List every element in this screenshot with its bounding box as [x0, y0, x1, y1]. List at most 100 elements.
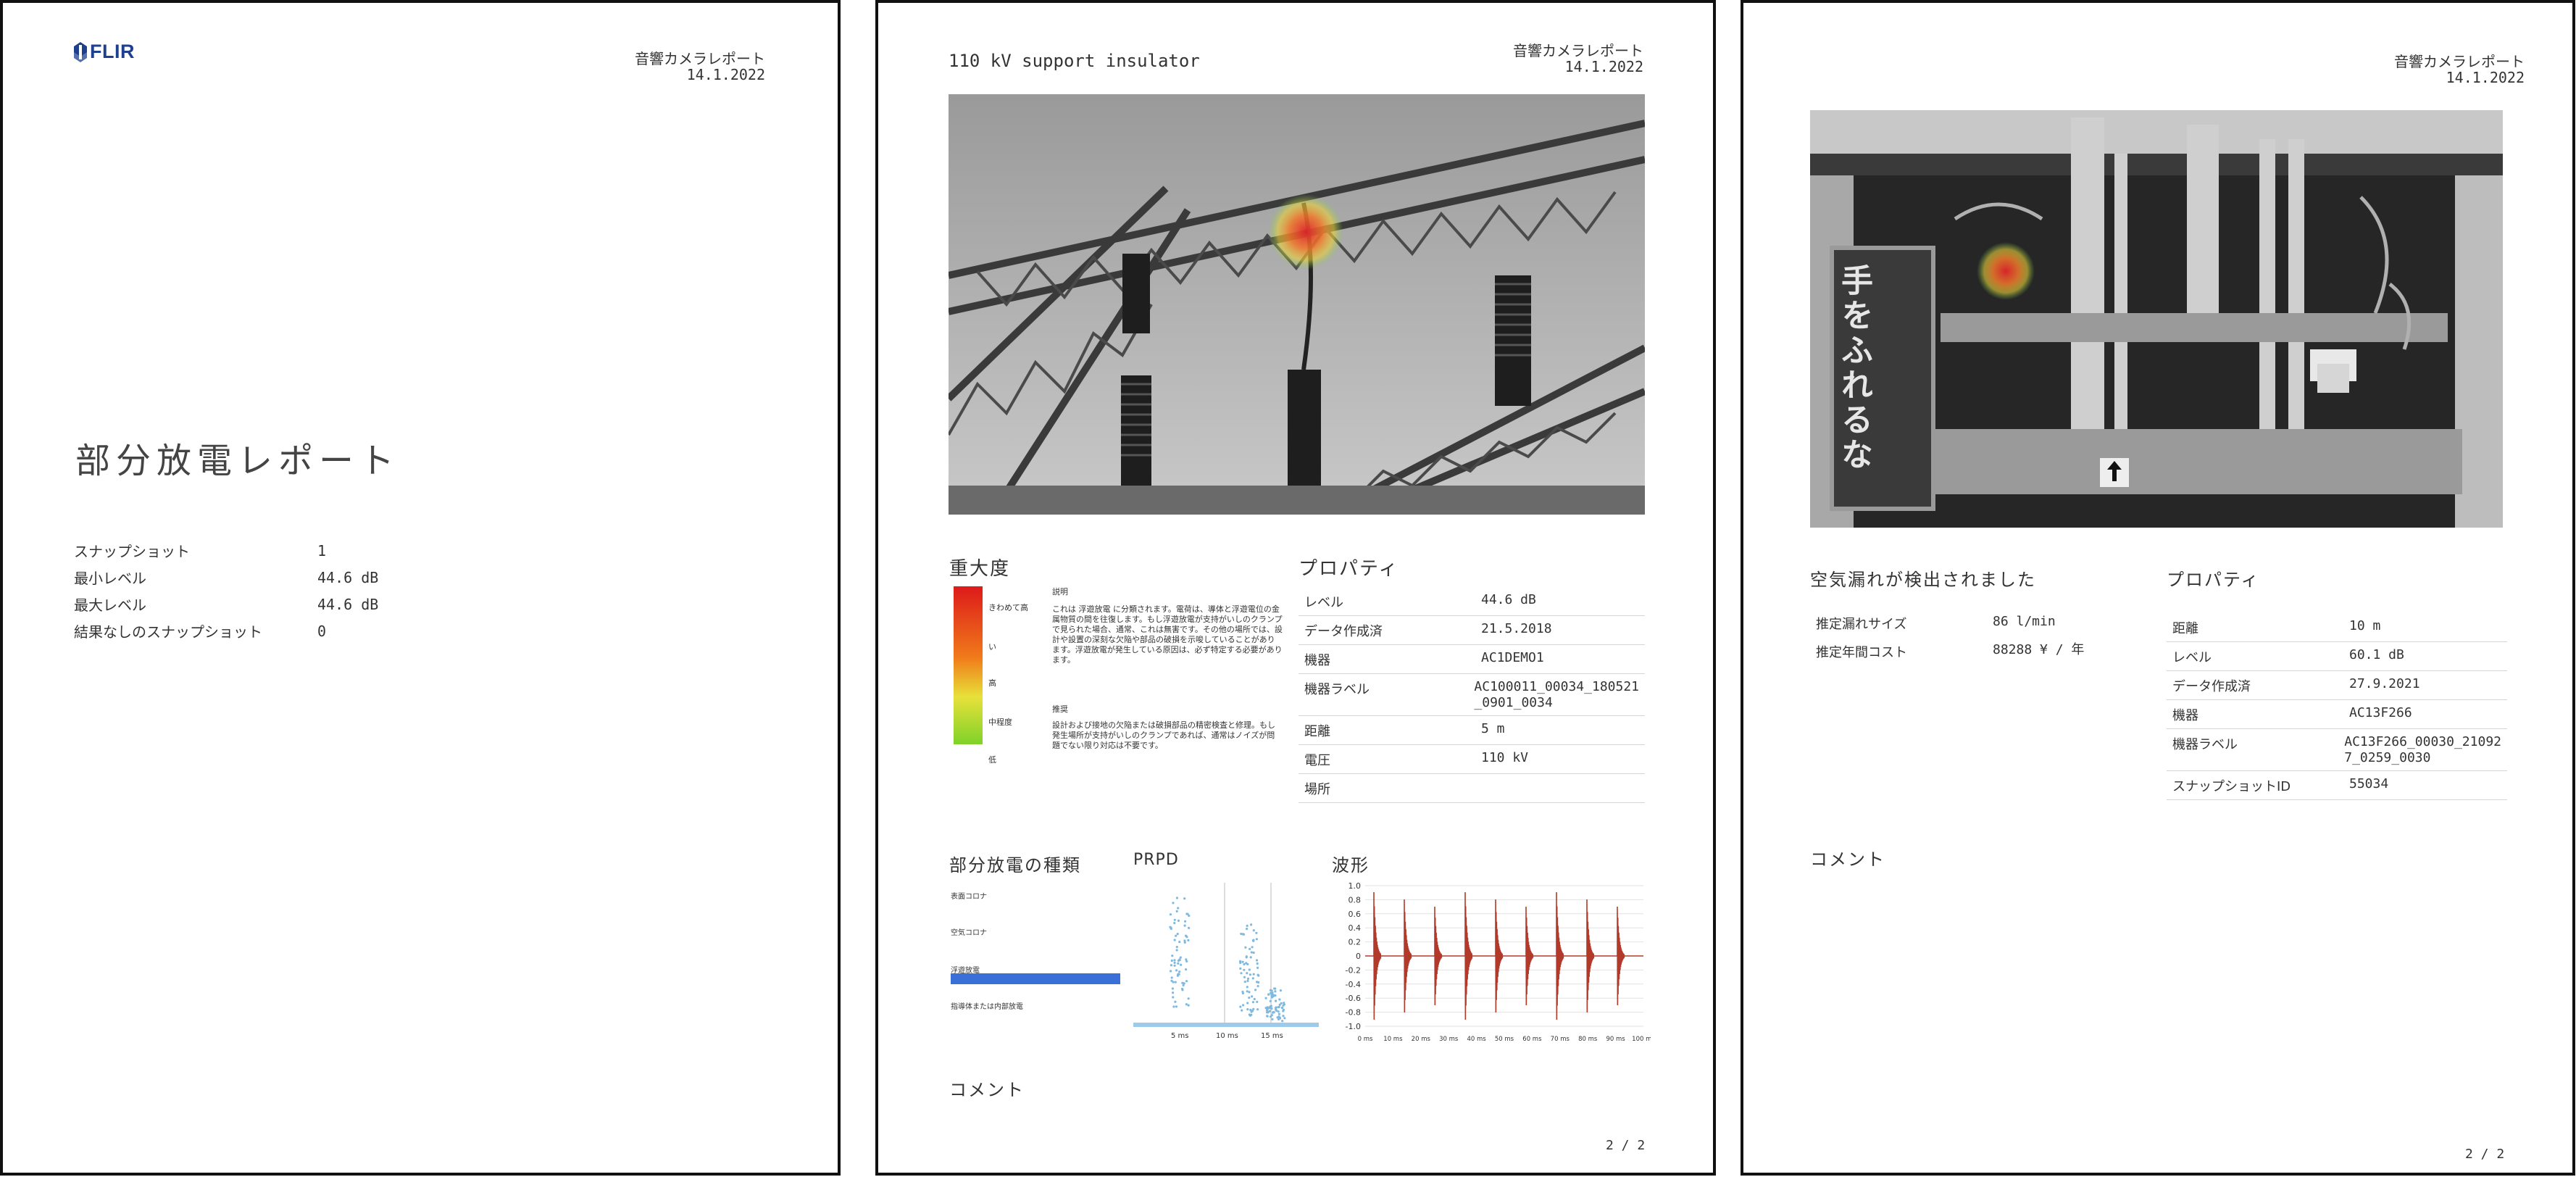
prpd-point: [1250, 923, 1253, 926]
prpd-point: [1175, 949, 1178, 952]
prpd-point: [1169, 926, 1172, 928]
property-label: 電圧: [1304, 753, 1330, 768]
prpd-point: [1277, 1015, 1280, 1018]
prpd-point: [1175, 934, 1177, 937]
prpd-point: [1248, 997, 1251, 999]
prpd-point: [1283, 1002, 1285, 1005]
prpd-point: [1275, 1006, 1277, 1009]
prpd-point: [1249, 956, 1252, 959]
prpd-point: [1239, 961, 1242, 965]
property-label: 機器: [1304, 653, 1330, 668]
machinery-photo: [1810, 110, 2503, 528]
pd-type-label: 空気コロナ: [951, 929, 987, 937]
prpd-point: [1187, 997, 1190, 1000]
snapshot-page-insulator: 110 kV support insulator 音響カメラレポート 14.1.…: [875, 0, 1716, 1176]
prpd-point: [1256, 1000, 1259, 1003]
flir-logo: FLIR: [72, 41, 135, 63]
prpd-point: [1177, 973, 1180, 976]
prpd-point: [1283, 1017, 1286, 1020]
prpd-point: [1251, 1001, 1254, 1004]
prpd-point: [1243, 981, 1246, 983]
waveform-x-tick: 90 ms: [1606, 1036, 1625, 1043]
property-label: 距離: [2172, 621, 2198, 636]
header-title: 音響カメラレポート: [1513, 42, 1643, 59]
property-row: データ作成済 27.9.2021: [2167, 671, 2507, 700]
prpd-point: [1256, 985, 1259, 988]
severity-level: きわめて高: [988, 603, 1028, 612]
header-date: 14.1.2022: [686, 66, 765, 83]
property-row: 機器 AC13F266: [2167, 700, 2507, 729]
waveform-chart: 1.0 0.8 0.6 0.4 0.2 0 -0.2 -0.4 -0.6 -0.8 -1.0 0 m…: [1332, 878, 1656, 1047]
prpd-point: [1180, 963, 1183, 966]
prpd-point: [1170, 970, 1172, 973]
leak-table: 推定漏れサイズ 86 l/min 推定年間コスト 88288 ¥ / 年: [1810, 609, 2151, 665]
waveform-y-tick: -0.2: [1346, 965, 1361, 975]
prpd-point: [1241, 991, 1244, 995]
waveform-y-tick: 1.0: [1349, 881, 1362, 891]
prpd-point: [1270, 991, 1272, 994]
prpd-point: [1255, 938, 1258, 941]
property-row: 電圧 110 kV: [1299, 745, 1645, 774]
waveform-x-tick: 0 ms: [1358, 1036, 1373, 1043]
prpd-point: [1267, 1010, 1270, 1013]
prpd-point: [1271, 1018, 1274, 1020]
waveform-x-tick: 40 ms: [1467, 1036, 1486, 1043]
prpd-point: [1172, 991, 1175, 994]
prpd-point: [1187, 939, 1190, 941]
prpd-point: [1256, 1008, 1259, 1011]
prpd-point: [1239, 1005, 1242, 1008]
prpd-point: [1177, 960, 1180, 962]
prpd-point: [1173, 961, 1176, 964]
prpd-point: [1248, 968, 1251, 971]
prpd-point: [1185, 934, 1188, 937]
waveform-burst: [1586, 899, 1595, 1013]
snapshot-title: 110 kV support insulator: [949, 51, 1200, 71]
prpd-point: [1183, 897, 1186, 900]
prpd-point: [1171, 955, 1174, 957]
waveform-y-tick: -0.4: [1346, 980, 1361, 989]
prpd-point: [1246, 1008, 1249, 1011]
prpd-point: [1269, 999, 1272, 1002]
prpd-point: [1257, 981, 1260, 984]
leak-value: 88288 ¥ / 年: [1993, 642, 2085, 657]
prpd-point: [1181, 987, 1184, 991]
property-row: 機器 AC1DEMO1: [1299, 645, 1645, 674]
prpd-point: [1239, 967, 1242, 970]
waveform-burst: [1464, 891, 1473, 1020]
prpd-point: [1257, 974, 1260, 977]
prpd-point: [1185, 1003, 1188, 1006]
prpd-point: [1241, 1009, 1243, 1012]
property-label: 機器: [2172, 708, 2198, 723]
leak-value: 86 l/min: [1993, 614, 2056, 629]
prpd-x-tick: 15 ms: [1261, 1032, 1283, 1040]
property-value: AC1DEMO1: [1481, 650, 1544, 665]
waveform-burst: [1373, 891, 1382, 1020]
prpd-point: [1256, 966, 1259, 969]
prpd-point: [1252, 1007, 1255, 1010]
prpd-point: [1251, 995, 1254, 998]
leak-title: 空気漏れが検出されました: [1810, 570, 2036, 590]
prpd-point: [1175, 897, 1178, 899]
property-label: 機器ラベル: [1304, 682, 1370, 697]
prpd-point: [1245, 956, 1248, 959]
prpd-point: [1243, 976, 1246, 978]
warning-sign-text: 手をふれるな: [1835, 264, 1872, 473]
prpd-point: [1246, 977, 1250, 980]
waveform-burst: [1617, 906, 1625, 1006]
prpd-point: [1174, 981, 1177, 983]
severity-title: 重大度: [949, 558, 1011, 580]
prpd-point: [1179, 956, 1182, 959]
prpd-point: [1269, 989, 1272, 991]
prpd-point: [1264, 997, 1267, 999]
prpd-point: [1172, 996, 1175, 999]
prpd-point: [1277, 1018, 1280, 1020]
property-value: 44.6 dB: [1481, 592, 1536, 607]
prpd-point: [1280, 1007, 1284, 1010]
page-header: 音響カメラレポート 14.1.2022: [1513, 43, 1643, 75]
property-row: 機器ラベル AC100011_00034_180521 _0901_0034: [1299, 674, 1645, 716]
leak-label: 推定漏れサイズ: [1816, 617, 1907, 632]
prpd-point: [1273, 987, 1276, 990]
prpd-point: [1175, 1005, 1177, 1008]
severity-gradient-bar: [954, 586, 983, 744]
prpd-point: [1178, 970, 1181, 973]
